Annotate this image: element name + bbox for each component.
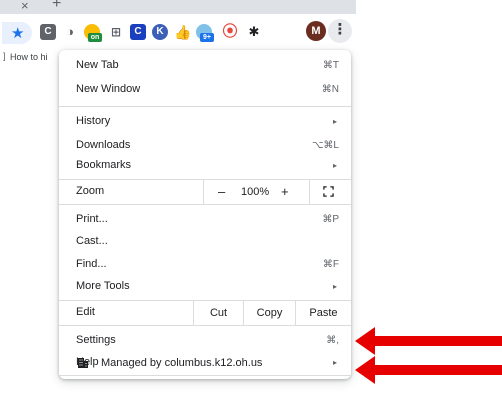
submenu-arrow-icon: ▸ <box>332 117 337 126</box>
menu-label: Zoom <box>76 185 105 197</box>
menu-label: New Tab <box>76 59 119 71</box>
menu-item-find[interactable]: Find... ⌘F <box>59 253 351 277</box>
star-icon: ★ <box>11 25 25 42</box>
submenu-arrow-icon: ▸ <box>332 161 337 170</box>
fullscreen-icon <box>323 186 334 197</box>
browser-toolbar: ★ C ◑ on ⊞ C K 👍 9+ ⦿ ✱ M ⋮ <box>0 14 356 50</box>
bookmark-star-button[interactable]: ★ <box>2 22 32 44</box>
menu-row-edit: Edit Cut Copy Paste <box>59 301 351 325</box>
bookmark-bar-item[interactable]: ] How to hi <box>0 50 60 66</box>
menu-item-new-window[interactable]: New Window ⌘N <box>59 78 351 102</box>
extension-c-icon[interactable]: C <box>40 24 56 40</box>
menu-item-new-tab[interactable]: New Tab ⌘T <box>59 54 351 78</box>
red-arrow-settings-icon <box>355 327 502 355</box>
extension-badge-icon[interactable]: 9+ <box>196 24 214 42</box>
menu-separator <box>59 106 351 107</box>
zoom-in-button[interactable]: + <box>281 184 289 199</box>
menu-label: Downloads <box>76 139 131 151</box>
menu-label: Cast... <box>76 235 108 247</box>
extension-on-icon[interactable]: on <box>84 24 102 42</box>
menu-shortcut: ⌘F <box>322 259 339 270</box>
chrome-main-menu: New Tab ⌘T New Window ⌘N History ▸ Downl… <box>59 50 351 379</box>
menu-item-print[interactable]: Print... ⌘P <box>59 208 351 232</box>
chrome-menu-kebab-icon[interactable]: ⋮ <box>328 19 352 43</box>
menu-shortcut: ⌘P <box>322 214 339 225</box>
zoom-out-button[interactable]: – <box>218 184 225 199</box>
menu-item-more-tools[interactable]: More Tools ▸ <box>59 275 351 299</box>
extension-k-icon[interactable]: K <box>152 24 168 40</box>
extension-record-icon[interactable]: ⦿ <box>222 24 238 40</box>
bookmark-page-icon: ] <box>3 51 6 61</box>
menu-label: History <box>76 115 111 127</box>
zoom-level: 100% <box>241 186 270 198</box>
menu-shortcut: ⌘, <box>326 335 339 346</box>
bookmark-label: How to hi <box>10 52 48 62</box>
cut-button[interactable]: Cut <box>193 301 243 325</box>
red-arrow-help-icon <box>355 356 502 384</box>
menu-separator <box>59 325 351 326</box>
menu-label: Bookmarks <box>76 159 132 171</box>
menu-item-cast[interactable]: Cast... <box>59 230 351 254</box>
extension-hand-icon[interactable]: 👍 <box>174 24 191 40</box>
menu-label: New Window <box>76 83 141 95</box>
managed-label: Managed by columbus.k12.oh.us <box>101 357 263 369</box>
menu-item-history[interactable]: History ▸ <box>59 110 351 134</box>
extension-c-blue-icon[interactable]: C <box>130 24 146 40</box>
submenu-arrow-icon: ▸ <box>332 282 337 291</box>
extension-circle-icon[interactable]: ◑ <box>62 24 78 40</box>
menu-separator <box>59 375 351 376</box>
close-tab-icon[interactable]: × <box>21 0 29 13</box>
menu-label: Print... <box>76 213 108 225</box>
extensions-puzzle-icon[interactable]: ✱ <box>246 24 262 40</box>
extension-grid-icon[interactable]: ⊞ <box>108 24 124 40</box>
menu-item-bookmarks[interactable]: Bookmarks ▸ <box>59 154 351 178</box>
menu-label: More Tools <box>76 280 130 292</box>
menu-shortcut: ⌥⌘L <box>311 140 339 151</box>
paste-button[interactable]: Paste <box>295 301 351 325</box>
fullscreen-button[interactable] <box>309 180 351 204</box>
menu-row-zoom: Zoom – 100% + <box>59 180 351 204</box>
menu-item-managed[interactable]: Managed by columbus.k12.oh.us <box>59 351 351 375</box>
extension-count-badge: 9+ <box>200 33 214 42</box>
menu-shortcut: ⌘T <box>322 60 339 71</box>
menu-label: Find... <box>76 258 107 270</box>
extension-on-badge: on <box>88 33 102 42</box>
menu-item-settings[interactable]: Settings ⌘, <box>59 329 351 353</box>
menu-shortcut: ⌘N <box>321 84 339 95</box>
copy-button[interactable]: Copy <box>243 301 295 325</box>
tab-strip: × + <box>0 0 356 14</box>
profile-avatar[interactable]: M <box>306 21 326 41</box>
menu-separator <box>59 204 351 205</box>
new-tab-icon[interactable]: + <box>52 0 61 13</box>
menu-label: Edit <box>76 306 95 318</box>
building-icon <box>78 358 88 368</box>
menu-label: Settings <box>76 334 116 346</box>
